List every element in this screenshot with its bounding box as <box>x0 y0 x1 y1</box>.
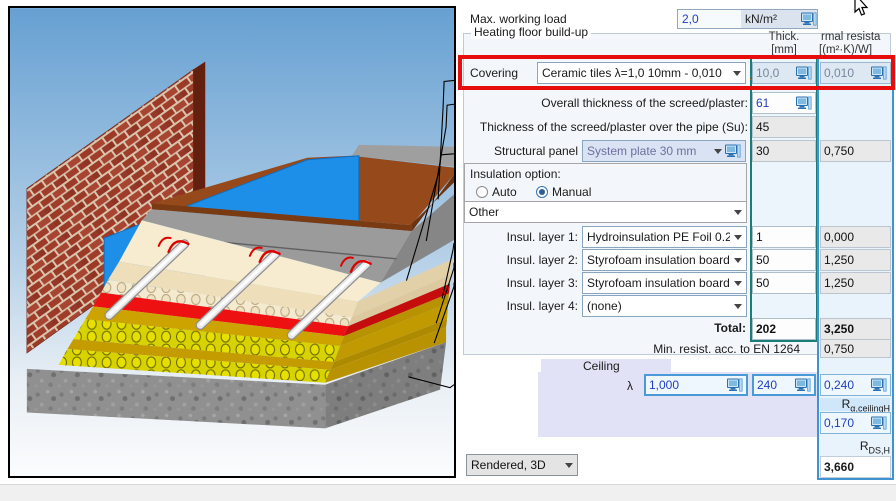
insul-layer-2-thickness-field[interactable]: 50 <box>752 249 816 271</box>
radio-manual-icon[interactable] <box>536 186 548 198</box>
covering-dropdown[interactable]: Ceramic tiles λ=1,0 10mm - 0,010 <box>537 62 746 84</box>
insulation-mode-dropdown[interactable]: Other <box>464 201 747 223</box>
covering-resistance-field[interactable]: 0,010 <box>820 62 891 84</box>
thickness-column-header-line2: [mm] <box>752 44 816 56</box>
floor-layers-illustration <box>10 8 454 476</box>
transfer-monitor-icon[interactable] <box>725 144 741 158</box>
structural-panel-thickness-field[interactable]: 30 <box>752 140 816 162</box>
total-label: Total: <box>600 321 746 335</box>
structural-panel-dropdown[interactable]: System plate 30 mm <box>582 140 746 162</box>
ceiling-title: Ceiling <box>583 359 620 373</box>
insul-layer-4-dropdown[interactable]: (none) <box>582 295 747 317</box>
chevron-down-icon <box>734 304 742 309</box>
structural-panel-resistance-field[interactable]: 0,750 <box>820 140 891 162</box>
transfer-monitor-icon[interactable] <box>796 96 812 110</box>
r-alpha-ceiling-label: Rα,ceilingH <box>820 398 890 411</box>
max-working-load-input[interactable]: 2,0 <box>678 10 741 28</box>
group-title: Heating floor build-up <box>471 26 591 39</box>
transfer-monitor-icon[interactable] <box>727 378 743 392</box>
transfer-monitor-icon[interactable] <box>871 66 887 80</box>
status-bar <box>0 484 896 501</box>
insul-layer-1-dropdown[interactable]: Hydroinsulation PE Foil 0.2 n <box>582 226 747 248</box>
mouse-cursor-icon <box>846 0 872 22</box>
covering-thickness-field[interactable]: 10,0 <box>752 62 816 84</box>
insul-layer-3-resistance-field[interactable]: 1,250 <box>820 272 891 294</box>
lambda-symbol: λ <box>627 379 633 393</box>
ceiling-lambda-field[interactable]: 1,000 <box>644 374 748 396</box>
chevron-down-icon <box>734 258 742 263</box>
view-mode-dropdown[interactable]: Rendered, 3D <box>466 454 578 476</box>
overall-thickness-field[interactable]: 61 <box>752 92 816 114</box>
insul-layer-1-resistance-field[interactable]: 0,000 <box>820 226 891 248</box>
insul-layer-3-thickness-field[interactable]: 50 <box>752 272 816 294</box>
chevron-down-icon <box>734 210 742 215</box>
max-working-load-unit: kN/m² <box>741 10 817 28</box>
transfer-monitor-icon[interactable] <box>871 416 887 430</box>
chevron-down-icon <box>714 149 722 154</box>
r-ds-label: RDS,H <box>820 439 890 455</box>
structural-panel-label: Structural panel <box>469 144 578 158</box>
min-resist-field: 0,750 <box>820 339 891 358</box>
insul-layer-2-dropdown[interactable]: Styrofoam insulation board ( <box>582 249 747 271</box>
transfer-monitor-icon[interactable] <box>871 378 887 392</box>
insul-layer-2-label: Insul. layer 2: <box>430 253 578 267</box>
transfer-monitor-icon[interactable] <box>795 378 811 392</box>
covering-label: Covering <box>470 66 518 80</box>
floor-buildup-3d-view[interactable] <box>8 6 456 478</box>
overall-thickness-label: Overall thickness of the screed/plaster: <box>480 96 748 110</box>
floor-heating-buildup-window: Max. working load 2,0 kN/m² Heating floo… <box>0 0 896 501</box>
r-ds-total-field: 3,660 <box>820 456 891 478</box>
insul-layer-3-dropdown[interactable]: Styrofoam insulation board ( <box>582 272 747 294</box>
total-resistance-field: 3,250 <box>820 318 891 340</box>
chevron-down-icon <box>734 281 742 286</box>
ceiling-thickness-field[interactable]: 240 <box>752 374 816 396</box>
total-thickness-field: 202 <box>752 318 816 340</box>
insul-layer-2-resistance-field[interactable]: 1,250 <box>820 249 891 271</box>
resistance-column-header-line1: rmal resista <box>821 31 896 43</box>
thickness-over-pipe-label: Thickness of the screed/plaster over the… <box>469 120 748 134</box>
transfer-monitor-icon[interactable] <box>801 12 817 26</box>
transfer-monitor-icon[interactable] <box>796 66 812 80</box>
insul-layer-1-label: Insul. layer 1: <box>430 230 578 244</box>
insulation-option-manual[interactable]: Manual <box>536 185 591 199</box>
chevron-down-icon <box>733 71 741 76</box>
r-alpha-ceiling-field[interactable]: 0,170 <box>820 412 891 434</box>
max-working-load-field: 2,0 kN/m² <box>677 9 818 29</box>
insulation-option-label: Insulation option: <box>470 167 561 181</box>
insul-layer-4-label: Insul. layer 4: <box>430 299 578 313</box>
insulation-option-auto[interactable]: Auto <box>476 185 517 199</box>
insul-layer-1-thickness-field[interactable]: 1 <box>752 226 816 248</box>
max-working-load-label: Max. working load <box>470 12 630 26</box>
insul-layer-3-label: Insul. layer 3: <box>430 276 578 290</box>
chevron-down-icon <box>565 463 573 468</box>
thickness-over-pipe-field[interactable]: 45 <box>752 116 816 138</box>
ceiling-resistance-field[interactable]: 0,240 <box>820 374 891 396</box>
resistance-column-header-line2: [(m²·K)/W] <box>819 44 896 56</box>
chevron-down-icon <box>734 235 742 240</box>
thickness-column-header-line1: Thick. <box>752 31 816 43</box>
min-resist-label: Min. resist. acc. to EN 1264 <box>540 342 800 356</box>
radio-auto-icon[interactable] <box>476 186 488 198</box>
